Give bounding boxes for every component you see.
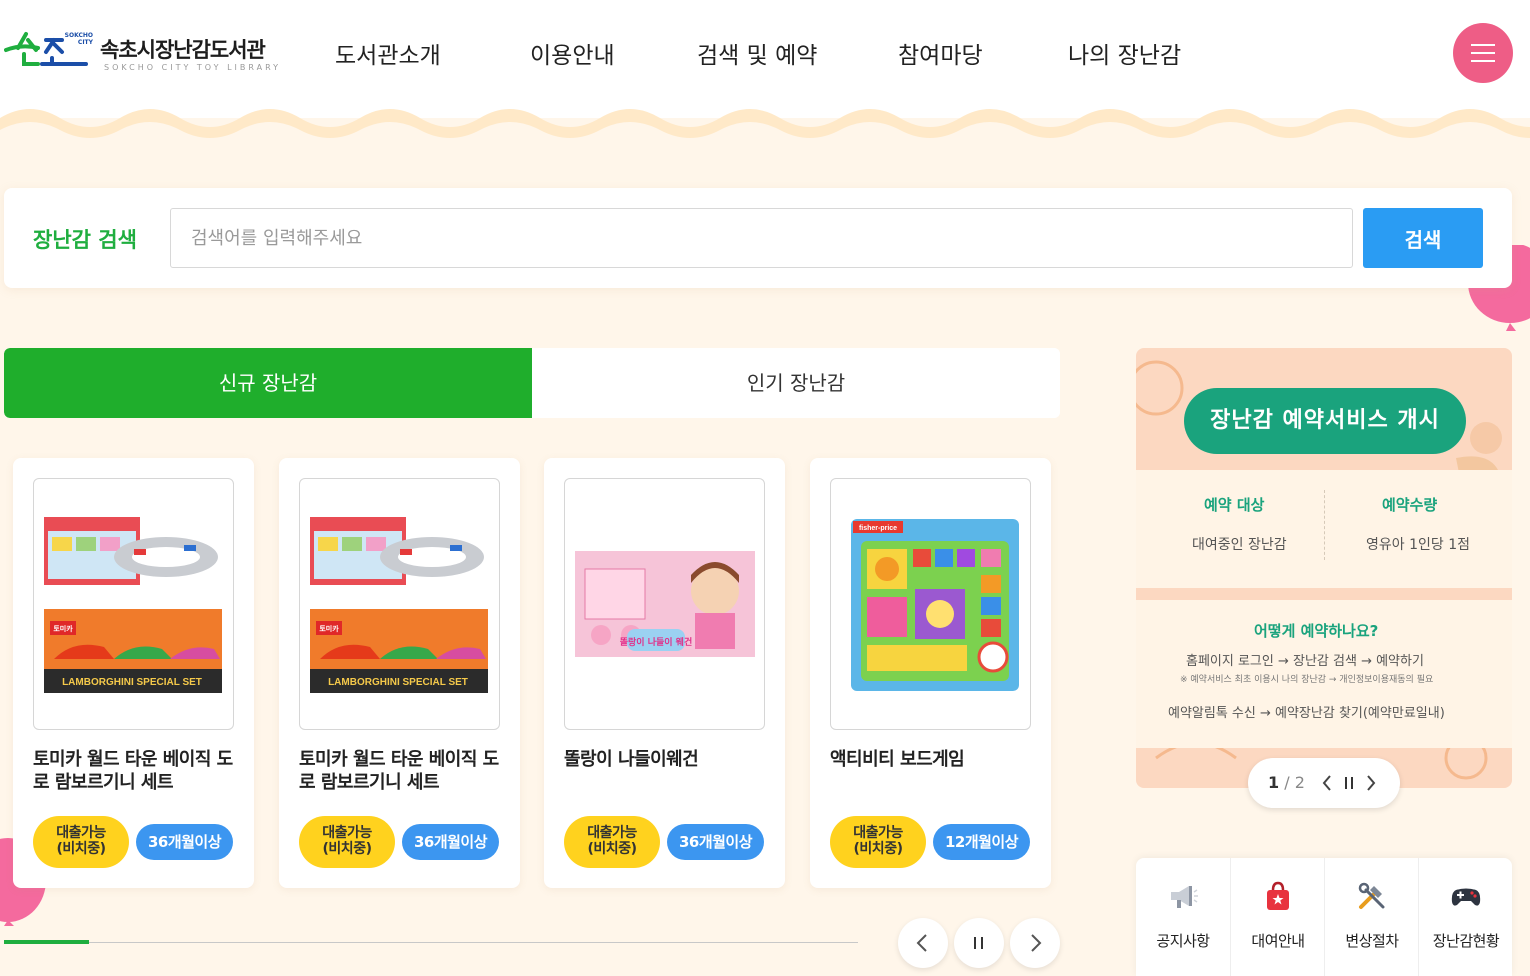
nav-community[interactable]: 참여마당 [898,36,983,70]
hamburger-icon [1471,44,1495,46]
howto-step-2: 예약알림톡 수신 → 예약장난감 찾기(예약만료일내) [1168,706,1445,721]
toy-card[interactable]: 똘랑이 나들이 웨건 똘랑이 나들이웨건 대출가능 (비치중) 36개월이상 [544,458,785,888]
banner-page-total: / 2 [1284,773,1305,792]
megaphone-icon [1171,886,1198,908]
hamburger-icon-line [1471,60,1495,62]
svg-text:fisher-price: fisher-price [859,525,897,532]
toy-title[interactable]: 액티비티 보드게임 [830,748,1035,771]
quick-label: 대여안내 [1251,932,1305,950]
banner-pager: 1 / 2 [1248,758,1400,808]
toy-title[interactable]: 똘랑이 나들이웨건 [564,748,769,771]
quick-menu: 공지사항 대여안내 변상절차 장난감현황 [1136,858,1512,976]
chevron-right-icon [1031,934,1042,952]
banner-pause-icon[interactable] [1342,772,1356,794]
toy-title[interactable]: 토미카 월드 타운 베이직 도로 람보르기니 세트 [299,748,504,794]
svg-text:LAMBORGHINI SPECIAL SET: LAMBORGHINI SPECIAL SET [328,677,468,688]
banner-divider [1324,490,1325,560]
banner-title: 장난감 예약서비스 개시 [1184,388,1466,454]
slider-prev-button[interactable] [898,918,948,968]
nav-my-toys[interactable]: 나의 장난감 [1068,36,1181,70]
banner-next-chevron-right-icon[interactable] [1364,772,1378,794]
nav-search-reserve[interactable]: 검색 및 예약 [697,36,817,70]
gamepad-icon [1451,888,1481,906]
nav-usage-guide[interactable]: 이용안내 [530,36,615,70]
slider-next-button[interactable] [1010,918,1060,968]
banner-info-panel: 예약 대상 대여중인 장난감 예약수량 영유아 1인당 1점 [1136,470,1512,588]
reservation-target-text: 대여중인 장난감 [1192,537,1287,553]
toy-image[interactable]: LAMBORGHINI SPECIAL SET 토미카 [299,478,500,730]
logo-city-text: SOKCHO CITY [64,32,93,46]
toy-image[interactable]: fisher-price [830,478,1031,730]
age-badge: 36개월이상 [667,824,764,860]
slider-pause-button[interactable] [954,918,1004,968]
shopping-bag-icon [1267,881,1289,910]
banner-page-current: 1 [1268,773,1280,792]
quick-label: 장난감현황 [1432,932,1500,950]
toy-image[interactable]: 똘랑이 나들이 웨건 [564,478,765,730]
loan-status-badge: 대출가능 (비치중) [33,816,129,868]
loan-status-badge: 대출가능 (비치중) [299,816,395,868]
banner-page-indicator: 1 / 2 [1268,773,1305,792]
search-label: 장난감 검색 [33,228,137,252]
toy-image-tomica: LAMBORGHINI SPECIAL SET 토미카 [44,517,222,693]
howto-step-1: 홈페이지 로그인 → 장난감 검색 → 예약하기 [1186,654,1424,669]
nav-library-intro[interactable]: 도서관소개 [335,36,441,70]
quick-notice[interactable]: 공지사항 [1136,858,1230,976]
slider-progress-fill [4,940,89,944]
banner-howto-panel: 어떻게 예약하나요? 홈페이지 로그인 → 장난감 검색 → 예약하기 ※ 예약… [1136,600,1512,748]
reservation-limit-text: 영유아 1인당 1점 [1366,537,1470,553]
logo-title: 속초시장난감도서관 [100,38,266,62]
quick-label: 변상절차 [1345,932,1399,950]
banner-prev-chevron-left-icon[interactable] [1320,772,1334,794]
chevron-left-icon [916,934,927,952]
howto-step-1-note: ※ 예약서비스 최초 이용시 나의 장난감 → 개인정보이용재동의 필요 [1180,675,1434,685]
age-badge: 12개월이상 [933,824,1030,860]
toy-tabs: 신규 장난감 인기 장난감 [4,348,1060,418]
search-button[interactable]: 검색 [1363,208,1483,268]
toy-image-wagon: 똘랑이 나들이 웨건 [575,551,755,657]
tools-icon [1358,882,1385,909]
svg-text:토미카: 토미카 [319,624,339,633]
slider-progress-track [4,942,858,943]
quick-rental-guide[interactable]: 대여안내 [1230,858,1324,976]
howto-heading: 어떻게 예약하나요? [1254,622,1379,640]
toy-image[interactable]: LAMBORGHINI SPECIAL SET 토미카 [33,478,234,730]
tab-new-toys[interactable]: 신규 장난감 [4,348,532,418]
toy-title[interactable]: 토미카 월드 타운 베이직 도로 람보르기니 세트 [33,748,238,794]
toy-card[interactable]: LAMBORGHINI SPECIAL SET 토미카 토미카 월드 타운 베이… [279,458,520,888]
quick-label: 공지사항 [1156,932,1210,950]
reservation-limit-heading: 예약수량 [1382,496,1438,514]
toy-image-activity-board: fisher-price [851,519,1019,691]
age-badge: 36개월이상 [136,824,233,860]
hamburger-icon-line [1471,52,1495,54]
logo-subtitle: SOKCHO CITY TOY LIBRARY [104,63,282,72]
search-input[interactable] [170,208,1353,268]
loan-status-badge: 대출가능 (비치중) [564,816,660,868]
age-badge: 36개월이상 [402,824,499,860]
quick-toy-status[interactable]: 장난감현황 [1418,858,1512,976]
pause-icon [974,937,983,949]
svg-text:똘랑이 나들이 웨건: 똘랑이 나들이 웨건 [620,636,693,648]
reservation-banner[interactable]: 장난감 예약서비스 개시 예약 대상 대여중인 장난감 예약수량 영유아 1인당… [1136,348,1512,788]
toy-search-panel: 장난감 검색 검색 [4,188,1512,288]
tab-popular-toys[interactable]: 인기 장난감 [532,348,1060,418]
hamburger-menu-button[interactable] [1453,23,1513,83]
svg-text:토미카: 토미카 [53,624,73,633]
header-wave-divider [0,109,1530,160]
svg-text:LAMBORGHINI SPECIAL SET: LAMBORGHINI SPECIAL SET [62,677,202,688]
toy-image-tomica: LAMBORGHINI SPECIAL SET 토미카 [310,517,488,693]
toy-card[interactable]: LAMBORGHINI SPECIAL SET 토미카 토미카 월드 타운 베이… [13,458,254,888]
site-logo[interactable]: SOKCHO CITY 속초시장난감도서관 SOKCHO CITY TOY LI… [4,30,289,76]
loan-status-badge: 대출가능 (비치중) [830,816,926,868]
reservation-target-heading: 예약 대상 [1204,496,1265,514]
quick-compensation[interactable]: 변상절차 [1324,858,1418,976]
toy-card[interactable]: fisher-price 액티비티 보드게임 대출가능 (비치중) 12개월이상 [810,458,1051,888]
